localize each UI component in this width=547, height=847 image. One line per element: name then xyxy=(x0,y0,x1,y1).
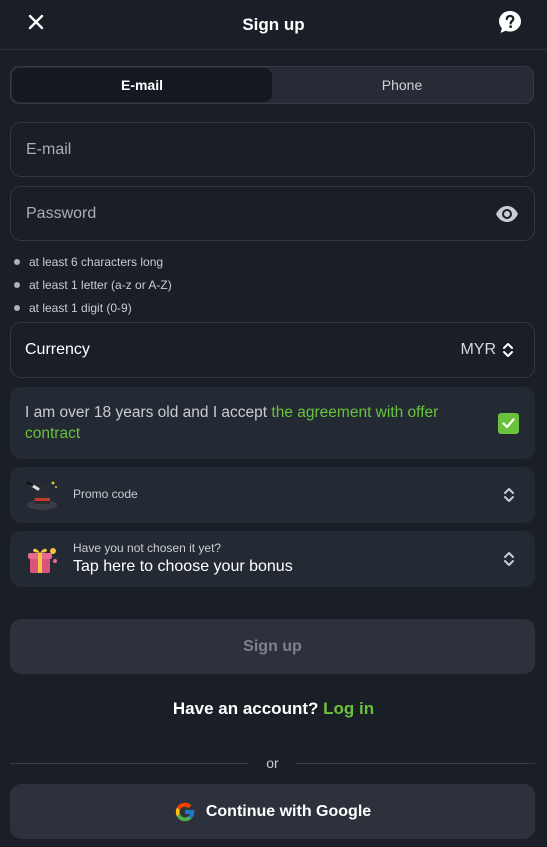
google-button-label: Continue with Google xyxy=(205,802,372,820)
tab-email[interactable]: E-mail xyxy=(12,68,272,102)
close-icon xyxy=(28,14,44,30)
help-chat-icon xyxy=(499,11,521,33)
signup-button[interactable]: Sign up xyxy=(10,619,535,674)
currency-label: Currency xyxy=(25,341,90,358)
bonus-subtitle: Have you not chosen it yet? xyxy=(73,541,222,555)
have-account-row: Have an account? Log in xyxy=(0,699,547,719)
signup-method-tabs: E-mail Phone xyxy=(10,66,534,104)
close-button[interactable] xyxy=(24,10,48,34)
eye-icon[interactable] xyxy=(495,203,519,225)
check-icon xyxy=(502,418,515,429)
help-button[interactable] xyxy=(497,9,523,35)
promo-code-label: Promo code xyxy=(73,487,138,501)
have-account-text: Have an account? xyxy=(172,699,319,718)
bullet-icon xyxy=(14,304,20,311)
age-agreement: I am over 18 years old and I accept the … xyxy=(10,387,535,459)
bonus-title: Tap here to choose your bonus xyxy=(73,558,293,575)
or-divider: or xyxy=(10,753,535,773)
password-rules: at least 6 characters long at least 1 le… xyxy=(14,250,172,319)
currency-select[interactable]: Currency MYR xyxy=(10,322,535,378)
login-link[interactable]: Log in xyxy=(323,699,374,718)
bonus-card[interactable]: Have you not chosen it yet? Tap here to … xyxy=(10,531,535,587)
chevron-updown-icon xyxy=(503,343,513,357)
page-title: Sign up xyxy=(242,14,305,34)
header: Sign up xyxy=(0,0,547,50)
chevron-updown-icon xyxy=(504,488,514,502)
email-placeholder: E-mail xyxy=(26,140,72,158)
password-rule: at least 6 characters long xyxy=(14,250,172,273)
google-icon xyxy=(175,802,195,821)
password-rule: at least 1 digit (0-9) xyxy=(14,296,172,319)
password-rule: at least 1 letter (a-z or A-Z) xyxy=(14,273,172,296)
agreement-text: I am over 18 years old and I accept xyxy=(25,404,272,421)
tab-phone[interactable]: Phone xyxy=(272,68,532,102)
rule-text: at least 6 characters long xyxy=(29,254,164,269)
promo-code-card[interactable]: Promo code xyxy=(10,467,535,523)
agreement-checkbox[interactable] xyxy=(498,413,519,434)
google-signin-button[interactable]: Continue with Google xyxy=(10,784,535,839)
bullet-icon xyxy=(14,281,20,288)
chevron-updown-icon xyxy=(504,552,514,566)
currency-value-group: MYR xyxy=(460,341,514,359)
email-field[interactable]: E-mail xyxy=(10,122,535,177)
password-placeholder: Password xyxy=(26,204,97,222)
magic-hat-icon xyxy=(26,481,57,510)
rule-text: at least 1 letter (a-z or A-Z) xyxy=(29,277,172,292)
gift-box-icon xyxy=(28,548,57,573)
password-field[interactable]: Password xyxy=(10,186,535,241)
bullet-icon xyxy=(14,258,20,265)
rule-text: at least 1 digit (0-9) xyxy=(29,300,132,315)
currency-value: MYR xyxy=(460,341,496,358)
or-text: or xyxy=(266,755,279,771)
